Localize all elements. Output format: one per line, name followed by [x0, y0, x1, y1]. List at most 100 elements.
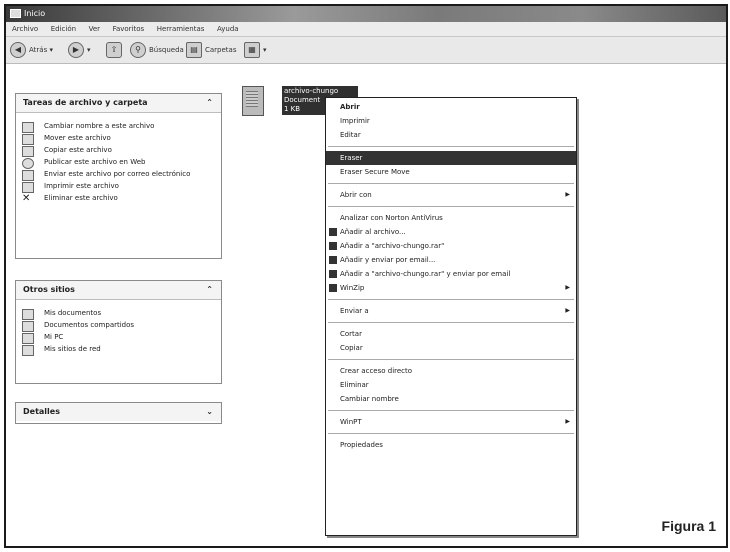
menu-item-label: Copiar — [340, 344, 363, 352]
collapse-chevron-icon[interactable]: ⌃ — [206, 281, 213, 299]
search-button[interactable]: ⚲ Búsqueda — [130, 41, 184, 59]
context-menu-item[interactable]: WinPT ▶ — [326, 415, 576, 429]
context-menu-item[interactable]: Añadir a "archivo-chungo.rar" y enviar p… — [326, 267, 576, 281]
globe-icon — [22, 158, 34, 169]
context-menu-item[interactable]: Imprimir — [326, 114, 576, 128]
views-icon: ▦ — [244, 42, 260, 58]
task-move[interactable]: Mover este archivo — [22, 133, 221, 145]
menu-separator — [328, 322, 574, 323]
menu-item-label: Abrir con — [340, 191, 372, 199]
menu-item-label: Eliminar — [340, 381, 369, 389]
menu-ver[interactable]: Ver — [89, 25, 100, 33]
shared-folder-icon — [22, 321, 34, 332]
context-menu-item[interactable]: Añadir al archivo... — [326, 225, 576, 239]
toolbar: ◀ Atrás ▾ ▶ ▾ ⇧ ⚲ Búsqueda ▤ Carpetas ▦ ▾ — [6, 37, 726, 64]
back-label: Atrás — [29, 46, 48, 54]
move-icon — [22, 134, 34, 145]
menu-item-label: Eraser Secure Move — [340, 168, 410, 176]
context-menu-item[interactable]: Eliminar — [326, 378, 576, 392]
back-button[interactable]: ◀ Atrás ▾ — [10, 41, 53, 59]
context-menu-item[interactable]: Añadir a "archivo-chungo.rar" — [326, 239, 576, 253]
place-network[interactable]: Mis sitios de red — [22, 344, 221, 356]
up-folder-button[interactable]: ⇧ — [106, 41, 125, 59]
details-header[interactable]: Detalles ⌄ — [16, 403, 221, 421]
submenu-arrow-icon: ▶ — [565, 307, 570, 314]
task-rename[interactable]: Cambiar nombre a este archivo — [22, 121, 221, 133]
winrar-icon — [329, 256, 337, 264]
forward-button[interactable]: ▶ ▾ — [68, 41, 91, 59]
task-email[interactable]: Enviar este archivo por correo electróni… — [22, 169, 221, 181]
context-menu-item[interactable]: Cambiar nombre — [326, 392, 576, 406]
menu-edicion[interactable]: Edición — [51, 25, 76, 33]
details-panel: Detalles ⌄ — [15, 402, 222, 424]
expand-chevron-icon[interactable]: ⌄ — [206, 403, 213, 421]
window-title: Inicio — [24, 9, 46, 18]
context-menu-item[interactable]: Abrir — [326, 100, 576, 114]
winrar-icon — [329, 242, 337, 250]
search-label: Búsqueda — [149, 46, 184, 54]
context-menu-item[interactable]: Copiar — [326, 341, 576, 355]
context-menu-item[interactable]: Añadir y enviar por email... — [326, 253, 576, 267]
context-menu-item[interactable]: WinZip ▶ — [326, 281, 576, 295]
printer-icon — [22, 182, 34, 193]
context-menu-item[interactable]: Analizar con Norton AntiVirus — [326, 211, 576, 225]
menu-favoritos[interactable]: Favoritos — [113, 25, 145, 33]
submenu-arrow-icon: ▶ — [565, 418, 570, 425]
details-title: Detalles — [23, 407, 60, 416]
menu-item-label: Cortar — [340, 330, 362, 338]
menu-herramientas[interactable]: Herramientas — [157, 25, 205, 33]
menu-item-label: WinZip — [340, 284, 365, 292]
menu-item-label: Añadir a "archivo-chungo.rar" y enviar p… — [340, 270, 511, 278]
forward-arrow-icon: ▶ — [68, 42, 84, 58]
context-menu-item[interactable]: Enviar a ▶ — [326, 304, 576, 318]
menu-item-label: Enviar a — [340, 307, 369, 315]
title-bar: Inicio — [6, 6, 726, 22]
menu-item-label: WinPT — [340, 418, 362, 426]
menu-archivo[interactable]: Archivo — [12, 25, 38, 33]
menu-separator — [328, 410, 574, 411]
context-menu-item[interactable]: Eraser Secure Move — [326, 165, 576, 179]
menu-separator — [328, 146, 574, 147]
context-menu-item[interactable]: Cortar — [326, 327, 576, 341]
menu-item-label: Imprimir — [340, 117, 370, 125]
folders-button[interactable]: ▤ Carpetas — [186, 41, 237, 59]
place-my-pc[interactable]: Mi PC — [22, 332, 221, 344]
place-shared-documents[interactable]: Documentos compartidos — [22, 320, 221, 332]
menu-separator — [328, 206, 574, 207]
task-sidebar: Tareas de archivo y carpeta ⌃ Cambiar no… — [6, 64, 233, 546]
context-menu-item[interactable]: Eraser — [326, 151, 576, 165]
context-menu-item[interactable]: Editar — [326, 128, 576, 142]
menu-separator — [328, 359, 574, 360]
email-icon — [22, 170, 34, 181]
search-icon: ⚲ — [130, 42, 146, 58]
context-menu-item[interactable]: Abrir con ▶ — [326, 188, 576, 202]
document-file-icon[interactable] — [242, 86, 264, 116]
menu-item-label: Editar — [340, 131, 361, 139]
task-delete[interactable]: ✕ Eliminar este archivo — [22, 193, 221, 204]
menu-separator — [328, 183, 574, 184]
menu-ayuda[interactable]: Ayuda — [217, 25, 239, 33]
place-my-documents[interactable]: Mis documentos — [22, 308, 221, 320]
tasks-panel-header[interactable]: Tareas de archivo y carpeta ⌃ — [16, 94, 221, 113]
context-menu-item[interactable]: Crear acceso directo — [326, 364, 576, 378]
tasks-panel: Tareas de archivo y carpeta ⌃ Cambiar no… — [15, 93, 222, 259]
menu-item-label: Añadir al archivo... — [340, 228, 406, 236]
menu-item-label: Añadir a "archivo-chungo.rar" — [340, 242, 445, 250]
network-icon — [22, 345, 34, 356]
task-copy[interactable]: Copiar este archivo — [22, 145, 221, 157]
other-places-header[interactable]: Otros sitios ⌃ — [16, 281, 221, 300]
task-print[interactable]: Imprimir este archivo — [22, 181, 221, 193]
delete-x-icon: ✕ — [22, 193, 31, 204]
views-button[interactable]: ▦ ▾ — [244, 41, 267, 59]
computer-icon — [22, 333, 34, 344]
menu-separator — [328, 433, 574, 434]
context-menu-item[interactable]: Propiedades — [326, 438, 576, 452]
other-places-title: Otros sitios — [23, 285, 75, 294]
other-places-panel: Otros sitios ⌃ Mis documentos Documentos… — [15, 280, 222, 384]
menu-item-label: Analizar con Norton AntiVirus — [340, 214, 443, 222]
task-publish[interactable]: Publicar este archivo en Web — [22, 157, 221, 169]
submenu-arrow-icon: ▶ — [565, 191, 570, 198]
folders-label: Carpetas — [205, 46, 237, 54]
tasks-panel-title: Tareas de archivo y carpeta — [23, 98, 148, 107]
collapse-chevron-icon[interactable]: ⌃ — [206, 94, 213, 112]
